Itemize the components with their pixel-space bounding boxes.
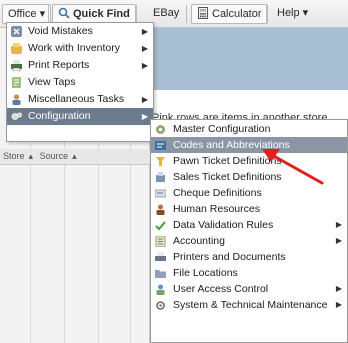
submenu-arrow-icon: ▶ [335, 236, 342, 245]
calculator-label: Calculator [212, 8, 262, 20]
file-locations-icon [155, 270, 166, 278]
grid-column-sort-icon: ▴ [28, 151, 34, 161]
submenu-arrow-icon: ▶ [335, 284, 342, 293]
menu-item-label: Print Reports [28, 59, 90, 71]
menu-item-label: Miscellaneous Tasks [28, 93, 125, 105]
grid-column-source[interactable]: Source [40, 151, 69, 161]
submenu-arrow-icon: ▶ [141, 27, 148, 36]
quick-find-button[interactable]: Quick Find [52, 4, 136, 24]
office-menu-button[interactable]: Office ▾ [2, 4, 52, 24]
pawn-ticket-icon [156, 157, 165, 166]
submenu-arrow-icon: ▶ [335, 300, 342, 309]
menu-item-print-reports[interactable]: Print Reports ▶ [7, 57, 153, 74]
submenu-arrow-icon: ▶ [141, 61, 148, 70]
toolbar-divider [186, 5, 187, 23]
submenu-arrow-icon: ▶ [335, 220, 342, 229]
submenu-arrow-icon: ▶ [141, 95, 148, 104]
master-config-icon [156, 125, 165, 134]
help-menu-button[interactable]: Help ▾ [272, 4, 313, 24]
menu-item-label: Accounting [173, 235, 225, 247]
configuration-icon [11, 112, 22, 120]
toolbar-divider [266, 5, 267, 23]
inventory-icon [11, 43, 22, 54]
menu-item-label: Void Mistakes [28, 25, 93, 37]
calculator-icon [198, 7, 208, 19]
menu-item-label: System & Technical Maintenance [173, 299, 328, 311]
menu-item-accounting[interactable]: Accounting ▶ [151, 233, 347, 249]
header-band [150, 28, 348, 90]
menu-item-label: View Taps [28, 76, 76, 88]
menu-item-label: Printers and Documents [173, 251, 286, 263]
calculator-button[interactable]: Calculator [191, 4, 268, 24]
menu-item-data-validation-rules[interactable]: Data Validation Rules ▶ [151, 217, 347, 233]
toolbar-divider [136, 5, 137, 23]
menu-item-file-locations[interactable]: File Locations [151, 265, 347, 281]
validation-icon [155, 221, 166, 231]
grid-column-store[interactable]: Store [3, 151, 25, 161]
office-dropdown-menu: Void Mistakes ▶ Work with Inventory ▶ Prin… [6, 22, 154, 142]
menu-item-label: Configuration [28, 110, 91, 122]
menu-item-label: Work with Inventory [28, 42, 121, 54]
menu-item-label: Human Resources [173, 203, 260, 215]
system-maintenance-icon [156, 301, 165, 310]
menu-item-miscellaneous-tasks[interactable]: Miscellaneous Tasks ▶ [7, 91, 153, 108]
magnifier-icon [58, 7, 70, 19]
menu-item-view-taps[interactable]: View Taps [7, 74, 153, 91]
menu-item-label: File Locations [173, 267, 238, 279]
menu-item-system-technical-maintenance[interactable]: System & Technical Maintenance ▶ [151, 297, 347, 313]
grid-column-sort-icon: ▴ [72, 151, 77, 161]
menu-item-label: Cheque Definitions [173, 187, 262, 199]
codes-icon [155, 141, 166, 150]
submenu-arrow-icon: ▶ [141, 44, 148, 53]
menu-item-human-resources[interactable]: Human Resources [151, 201, 347, 217]
quick-find-label: Quick Find [73, 8, 130, 20]
menu-item-configuration[interactable]: Configuration ▶ [7, 108, 153, 125]
misc-tasks-icon [12, 94, 21, 105]
menu-item-user-access-control[interactable]: User Access Control ▶ [151, 281, 347, 297]
accounting-icon [155, 236, 166, 247]
user-access-icon [156, 284, 165, 295]
menu-item-printers-and-documents[interactable]: Printers and Documents [151, 249, 347, 265]
ebay-button[interactable]: EBay [148, 4, 184, 24]
menu-item-label: User Access Control [173, 283, 269, 295]
void-icon [11, 26, 22, 37]
menu-item-master-configuration[interactable]: Master Configuration [151, 121, 347, 137]
help-menu-label: Help ▾ [277, 7, 309, 19]
view-taps-icon [12, 77, 21, 88]
office-menu-label: Office ▾ [8, 8, 46, 20]
menu-item-void-mistakes[interactable]: Void Mistakes ▶ [7, 23, 153, 40]
printers-icon [155, 252, 166, 261]
grid-header: Store ▴ Source ▴ [0, 149, 150, 165]
red-pointer-arrow-icon [262, 149, 324, 185]
menu-item-label: Master Configuration [173, 123, 271, 135]
submenu-arrow-icon: ▶ [141, 112, 148, 121]
human-resources-icon [156, 204, 165, 215]
print-reports-icon [11, 60, 22, 71]
cheque-icon [155, 189, 166, 198]
menu-item-work-with-inventory[interactable]: Work with Inventory ▶ [7, 40, 153, 57]
ebay-label: EBay [153, 7, 180, 19]
toolbar-divider [48, 5, 49, 23]
menu-item-label: Data Validation Rules [173, 219, 274, 231]
sales-ticket-icon [156, 172, 165, 182]
